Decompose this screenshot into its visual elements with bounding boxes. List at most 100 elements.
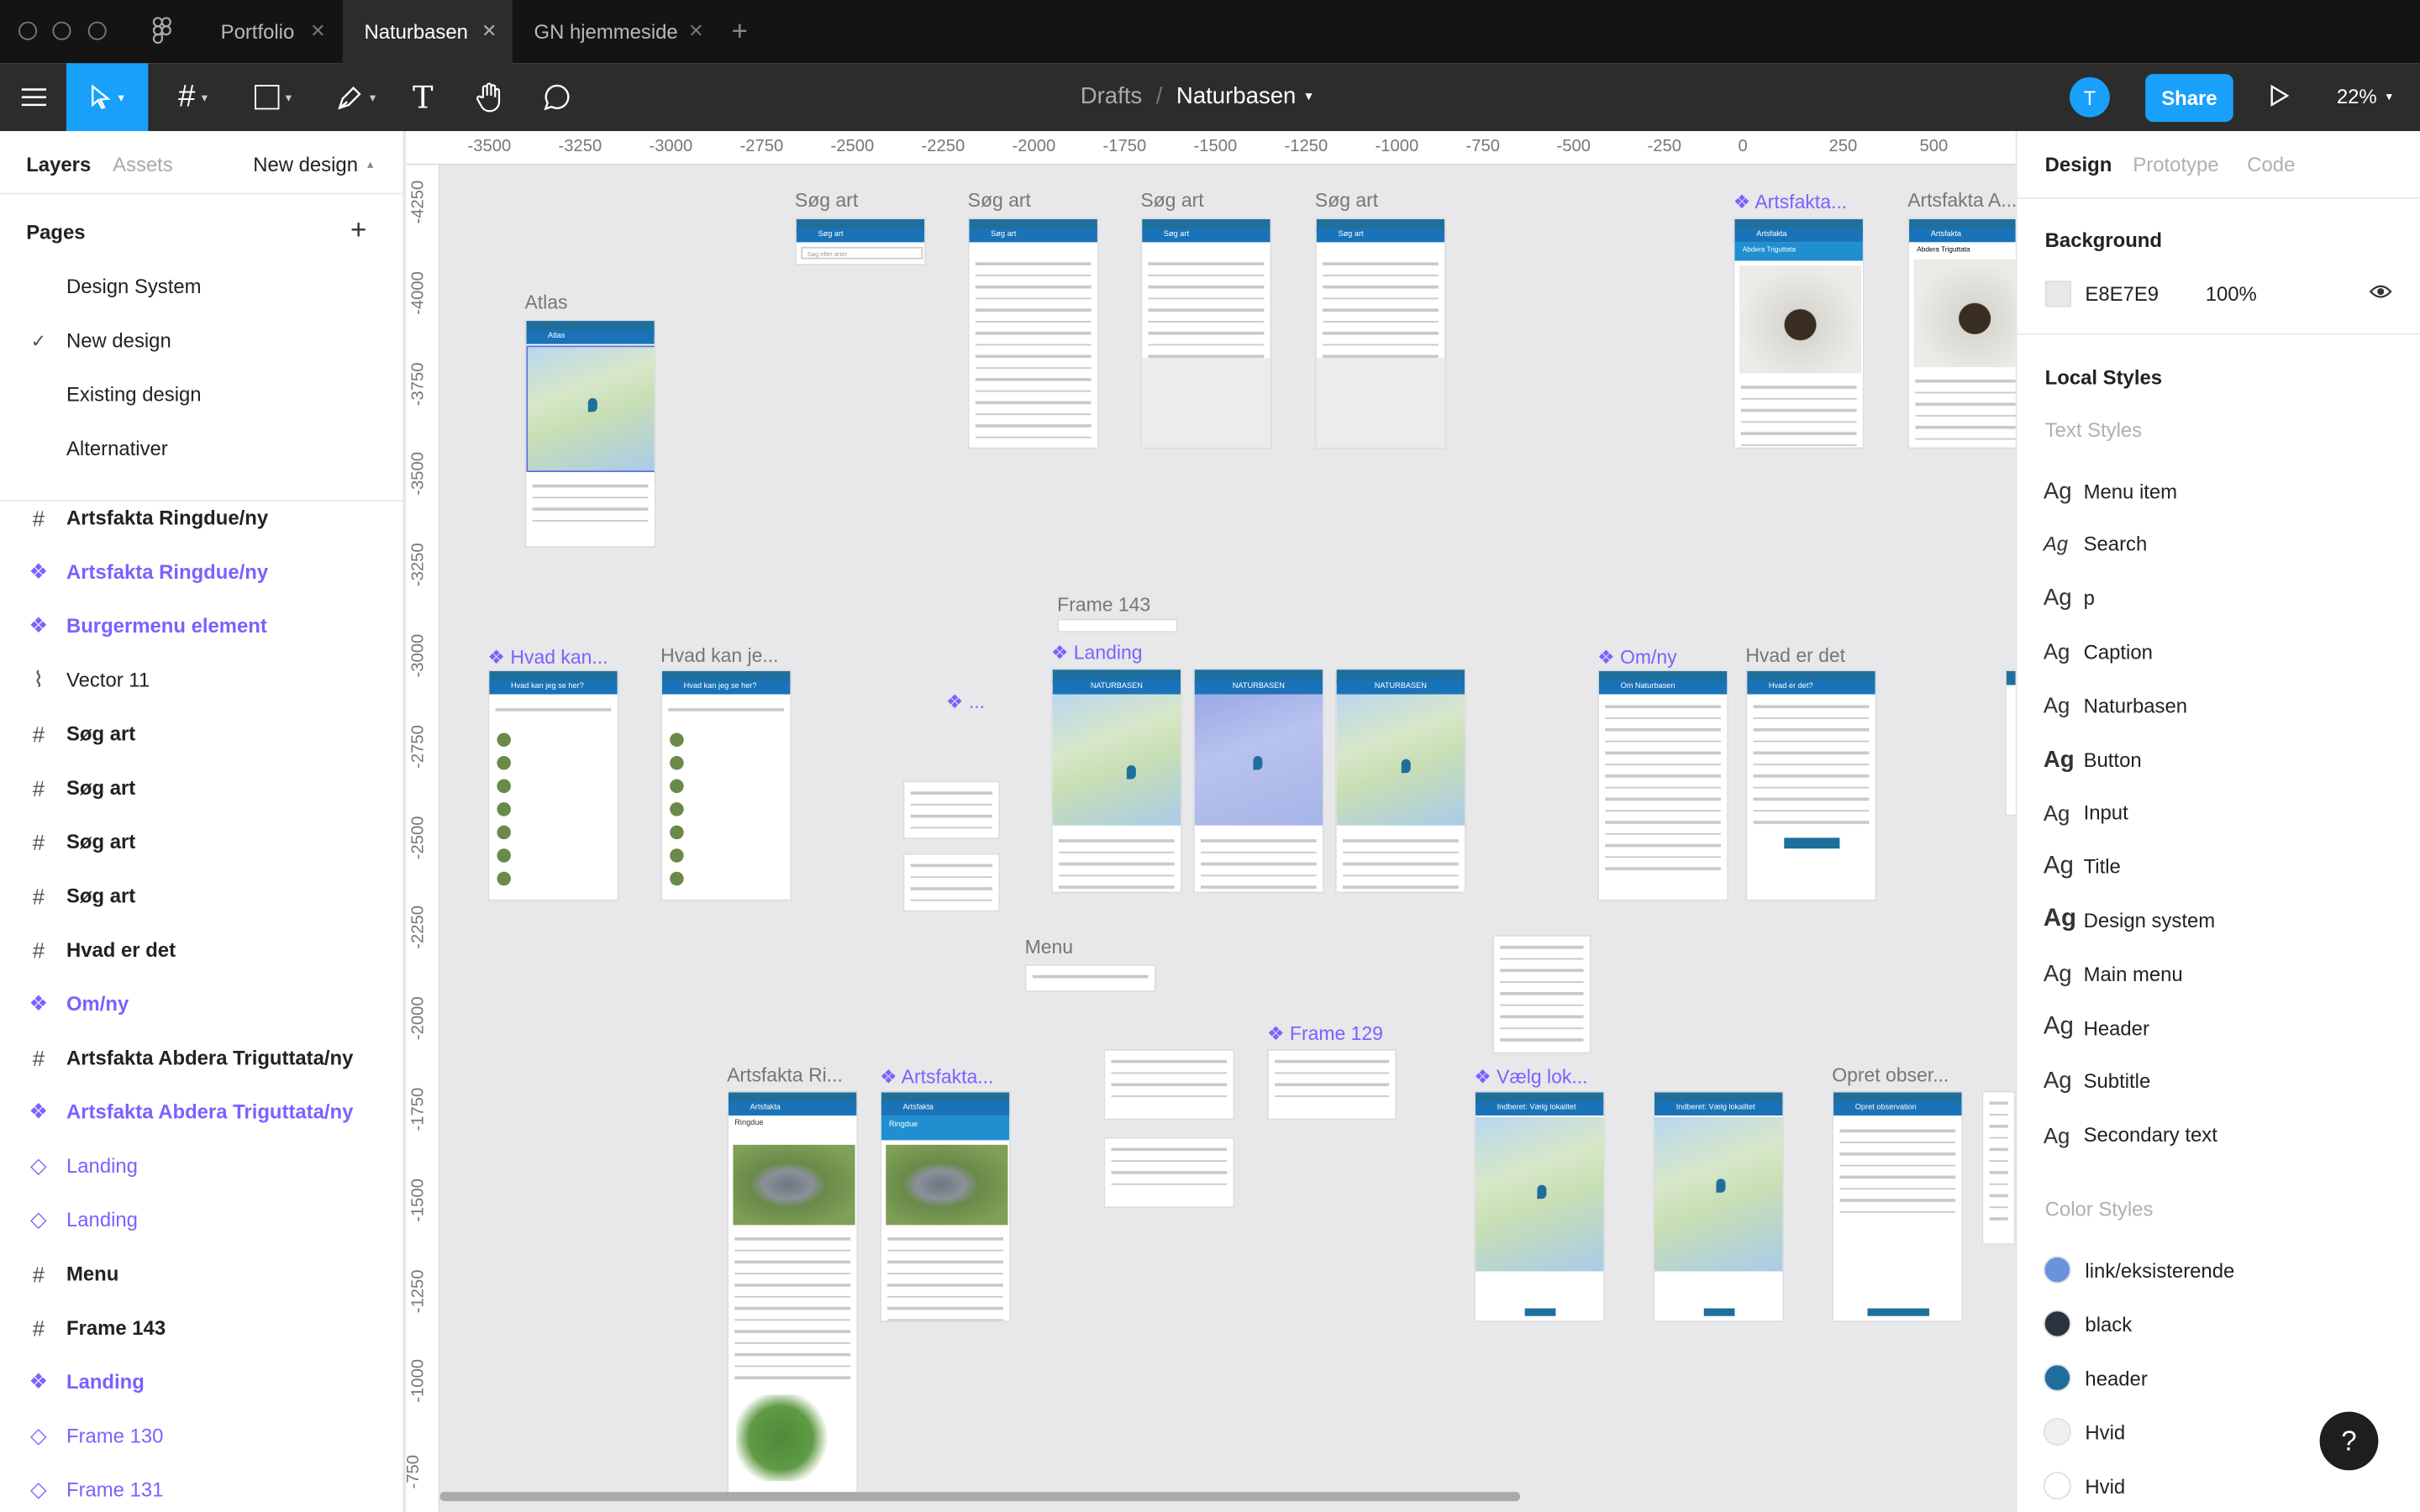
page-selector[interactable]: New design ▴	[253, 153, 373, 176]
frame-sog-art-3[interactable]: Søg art	[1140, 217, 1272, 449]
frame-label-vaelg-lok[interactable]: ❖ Vælg lok...	[1474, 1064, 1587, 1088]
frame-artsfakta-abdera-ny[interactable]: Artsfakta Abdera Triguttata	[1907, 217, 2016, 449]
canvas[interactable]: -3500 -3250 -3000 -2750 -2500 -2250 -2000 -1750…	[406, 131, 2016, 1512]
popup-menu[interactable]	[1103, 1137, 1235, 1209]
window-close-icon[interactable]	[18, 21, 38, 40]
frame-label-artsfakta-component[interactable]: ❖ Artsfakta...	[1733, 190, 1847, 213]
frame-label-sog-art[interactable]: Søg art	[795, 190, 858, 212]
text-style-item[interactable]: Ag Menu item	[2044, 468, 2177, 514]
tab-naturbasen[interactable]: Naturbasen ✕	[342, 0, 513, 64]
frame-label-om-ny[interactable]: ❖ Om/ny	[1597, 645, 1677, 669]
layer-item[interactable]: ❖ Landing	[0, 1355, 404, 1409]
horizontal-scrollbar[interactable]	[439, 1492, 1521, 1502]
share-button[interactable]: Share	[2145, 74, 2233, 123]
background-swatch[interactable]	[2044, 281, 2071, 307]
present-button[interactable]	[2270, 84, 2290, 114]
color-style-item[interactable]: black	[2043, 1300, 2132, 1347]
tooltip-card[interactable]	[902, 780, 1001, 840]
frame-atlas[interactable]: Atlas	[524, 319, 656, 549]
text-style-item[interactable]: Ag Title	[2044, 843, 2121, 890]
page-item[interactable]: Existing design	[0, 367, 404, 421]
frame-label-hvad-kan[interactable]: ❖ Hvad kan...	[487, 645, 608, 669]
layer-item[interactable]: ❖ Burgermenu element	[0, 599, 404, 653]
frame-landing-2[interactable]: NATURBASEN	[1192, 668, 1324, 894]
text-style-item[interactable]: Ag Main menu	[2044, 951, 2183, 997]
frame-label-menu[interactable]: Menu	[1025, 937, 1073, 958]
frame-label-frame-129[interactable]: ❖ Frame 129	[1267, 1021, 1383, 1045]
layer-item[interactable]: # Artsfakta Ringdue/ny	[0, 491, 404, 544]
layer-item[interactable]: ❖ Artsfakta Ringdue/ny	[0, 544, 404, 598]
text-style-item[interactable]: Ag p	[2044, 575, 2095, 621]
layer-item[interactable]: ◇ Frame 131	[0, 1462, 404, 1512]
frame-label-sog-art[interactable]: Søg art	[1140, 190, 1203, 212]
layer-item[interactable]: # Frame 143	[0, 1300, 404, 1354]
popup-menu[interactable]	[1103, 1048, 1235, 1121]
color-style-item[interactable]: header	[2043, 1355, 2148, 1401]
frame-label-sog-art[interactable]: Søg art	[1315, 190, 1378, 212]
close-tab-icon[interactable]: ✕	[688, 20, 703, 42]
color-style-item[interactable]: link/eksisterende	[2043, 1247, 2234, 1293]
frame-vaelg-lokalitet-2[interactable]: Indberet: Vælg lokalitet	[1653, 1090, 1785, 1323]
comment-tool-button[interactable]	[539, 63, 576, 131]
frame-hvad-er-det[interactable]: Hvad er det?	[1745, 669, 1877, 901]
tooltip-card[interactable]	[902, 853, 1001, 912]
tab-layers[interactable]: Layers	[26, 153, 91, 176]
text-card[interactable]	[1492, 935, 1591, 1054]
layer-item[interactable]: # Hvad er det	[0, 922, 404, 976]
frame-landing-3[interactable]: NATURBASEN	[1334, 668, 1466, 894]
frame-label-opret-obser[interactable]: Opret obser...	[1832, 1064, 1949, 1086]
color-style-item[interactable]: Hvid	[2043, 1409, 2125, 1455]
background-opacity[interactable]: 100%	[2206, 282, 2257, 306]
frame-label-artsfakta-ri[interactable]: Artsfakta Ri...	[727, 1064, 843, 1086]
help-button[interactable]: ?	[2319, 1411, 2379, 1471]
layer-item[interactable]: ❖ Om/ny	[0, 977, 404, 1031]
page-item[interactable]: Design System	[0, 260, 404, 313]
frame-143[interactable]	[1057, 618, 1178, 633]
window-minimize-icon[interactable]	[52, 21, 71, 40]
frame-artsfakta-abdera[interactable]: Artsfakta Abdera Triguttata	[1733, 217, 1865, 449]
frame-sog-art-4[interactable]: Søg art	[1314, 217, 1447, 449]
figma-logo-icon[interactable]	[152, 17, 171, 52]
main-menu-button[interactable]	[0, 63, 66, 131]
zoom-menu[interactable]: 22% ▾	[2337, 85, 2392, 108]
text-style-item[interactable]: Ag Secondary text	[2044, 1112, 2217, 1158]
page-item[interactable]: ✓ New design	[0, 313, 404, 367]
layer-item[interactable]: ◇ Landing	[0, 1193, 404, 1247]
text-style-item[interactable]: Ag Design system	[2044, 897, 2215, 943]
chevron-down-icon[interactable]: ▾	[1305, 88, 1312, 105]
layer-item[interactable]: ◇ Landing	[0, 1139, 404, 1193]
layer-item[interactable]: # Søg art	[0, 869, 404, 922]
frame-label-artsfakta-component-2[interactable]: ❖ Artsfakta...	[880, 1064, 993, 1088]
frame-landing-1[interactable]: NATURBASEN	[1050, 668, 1182, 894]
frame-label-frame-143[interactable]: Frame 143	[1057, 594, 1150, 616]
frame-artsfakta-ringdue[interactable]: Artsfakta Ringdue	[727, 1090, 859, 1495]
text-style-item[interactable]: Ag Search	[2044, 521, 2147, 567]
add-page-icon[interactable]: +	[350, 214, 366, 247]
frame-label-atlas[interactable]: Atlas	[524, 291, 567, 313]
tab-assets[interactable]: Assets	[113, 153, 173, 176]
page-item[interactable]: Alternativer	[0, 421, 404, 475]
layer-item[interactable]: ❖ Artsfakta Abdera Triguttata/ny	[0, 1084, 404, 1138]
text-style-item[interactable]: Ag Subtitle	[2044, 1058, 2150, 1105]
layer-item[interactable]: # Menu	[0, 1247, 404, 1300]
move-tool-button[interactable]: ▾	[66, 63, 149, 132]
frame-hvad-kan-2[interactable]: Hvad kan jeg se her?	[660, 669, 792, 901]
frame-partial[interactable]	[2004, 669, 2016, 816]
tab-portfolio[interactable]: Portfolio ✕	[199, 0, 341, 63]
text-style-item[interactable]: Ag Caption	[2044, 628, 2153, 675]
text-style-item[interactable]: Ag Header	[2044, 1005, 2149, 1051]
layer-item[interactable]: ⌇ Vector 11	[0, 653, 404, 706]
frame-label-artsfakta-a[interactable]: Artsfakta A...	[1907, 190, 2016, 212]
color-style-item[interactable]: Hvid	[2043, 1462, 2125, 1509]
visibility-toggle[interactable]	[2369, 281, 2392, 308]
close-tab-icon[interactable]: ✕	[481, 20, 497, 42]
tab-design[interactable]: Design	[2045, 153, 2112, 176]
layer-item[interactable]: # Søg art	[0, 815, 404, 869]
frame-sog-art-1[interactable]: Søg art Søg efter arter	[794, 217, 927, 265]
layer-item[interactable]: # Søg art	[0, 761, 404, 815]
tab-gn-hjemmeside[interactable]: GN hjemmeside ✕	[513, 0, 719, 63]
tab-prototype[interactable]: Prototype	[2133, 153, 2218, 176]
frame-label-hvad-er-det[interactable]: Hvad er det	[1745, 645, 1845, 667]
frame-label-hvad-kan-je[interactable]: Hvad kan je...	[660, 645, 778, 667]
frame-label-component[interactable]: ❖ ...	[946, 690, 985, 713]
